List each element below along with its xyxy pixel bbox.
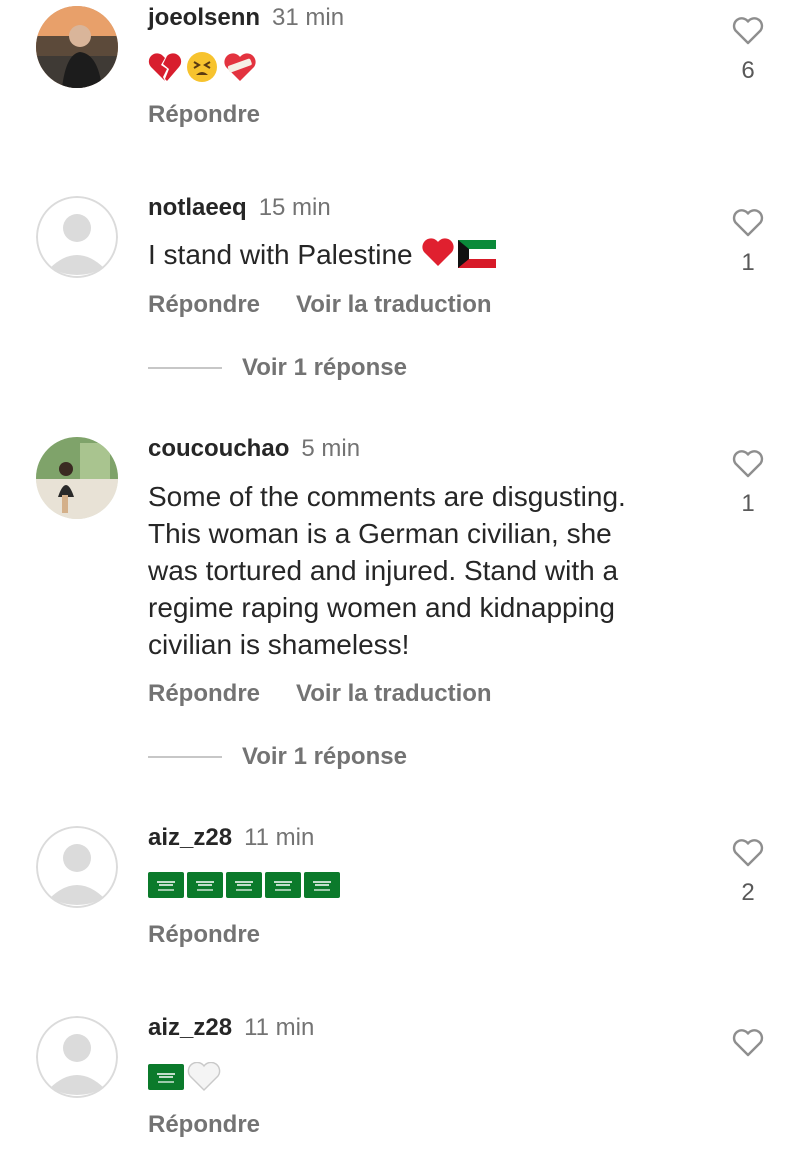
like-control: 1 [728, 449, 768, 519]
translate-button[interactable]: Voir la traduction [296, 290, 492, 320]
translate-button[interactable]: Voir la traduction [296, 679, 492, 709]
tired-face-emoji [187, 52, 217, 82]
saudi-flag-emoji [148, 872, 184, 898]
view-replies-button[interactable]: Voir 1 réponse [148, 354, 407, 382]
comment-header: joeolsenn 31 min [148, 2, 344, 34]
comment-time: 5 min [301, 435, 361, 462]
comment-header: aiz_z28 11 min [148, 1012, 314, 1044]
comment-time: 31 min [272, 4, 345, 31]
comment-actions: Répondre [148, 920, 260, 950]
heart-outline-icon[interactable] [731, 449, 765, 479]
kuwait-flag-emoji [457, 240, 496, 268]
comment-text: Some of the comments are disgusting. Thi… [148, 478, 708, 663]
saudi-flag-emoji [265, 872, 301, 898]
comment-emoji [148, 50, 258, 84]
comment-header: notlaeeq 15 min [148, 192, 331, 224]
comment-item: notlaeeq 15 min I stand with Palestine Ré… [0, 192, 802, 392]
avatar[interactable] [36, 6, 118, 88]
white-heart-emoji [187, 1062, 221, 1091]
like-control: 1 [728, 208, 768, 278]
comment-text-line: Some of the comments are disgusting. [148, 481, 626, 512]
heart-outline-icon[interactable] [731, 1028, 765, 1058]
view-replies-label: Voir 1 réponse [242, 743, 407, 770]
red-heart-emoji [421, 238, 454, 266]
saudi-flag-emoji [187, 872, 223, 898]
comment-actions: Répondre [148, 1110, 260, 1140]
mending-heart-emoji [224, 53, 256, 81]
comment-item: coucouchao 5 min Some of the comments are… [0, 433, 802, 783]
saudi-flag-emoji [226, 872, 262, 898]
comment-text-line: was tortured and injured. Stand with a [148, 555, 619, 586]
default-avatar-icon [36, 196, 118, 278]
like-count: 1 [741, 249, 755, 276]
user-photo [36, 6, 118, 88]
comment-item: aiz_z28 11 min Répondre 2 [0, 822, 802, 972]
username[interactable]: notlaeeq [148, 194, 247, 221]
reply-button[interactable]: Répondre [148, 679, 260, 709]
comment-text-line: civilian is shameless! [148, 629, 410, 660]
like-count: 6 [741, 57, 755, 84]
comment-item: joeolsenn 31 min Répondre 6 [0, 0, 802, 160]
comment-header: aiz_z28 11 min [148, 822, 314, 854]
comment-item: aiz_z28 11 min Répondre [0, 1012, 802, 1154]
reply-button[interactable]: Répondre [148, 1110, 260, 1140]
comment-text-line: regime raping women and kidnapping [148, 592, 615, 623]
default-avatar-icon [36, 1016, 118, 1098]
like-control [728, 1028, 768, 1058]
replies-divider [148, 756, 222, 758]
heart-outline-icon[interactable] [731, 208, 765, 238]
like-control: 2 [728, 838, 768, 908]
comment-text-line: This woman is a German civilian, she [148, 518, 612, 549]
reply-button[interactable]: Répondre [148, 920, 260, 950]
default-avatar-icon [36, 826, 118, 908]
broken-heart-emoji [148, 53, 182, 81]
view-replies-label: Voir 1 réponse [242, 354, 407, 381]
heart-outline-icon[interactable] [731, 16, 765, 46]
comment-actions: Répondre Voir la traduction [148, 679, 492, 709]
comment-time: 11 min [244, 824, 315, 851]
username[interactable]: coucouchao [148, 435, 289, 462]
comment-actions: Répondre Voir la traduction [148, 290, 492, 320]
comment-actions: Répondre [148, 100, 260, 130]
comment-emoji [148, 872, 340, 898]
username[interactable]: aiz_z28 [148, 824, 232, 851]
heart-outline-icon[interactable] [731, 838, 765, 868]
comment-time: 15 min [258, 194, 331, 221]
saudi-flag-emoji [148, 1064, 184, 1090]
like-count: 1 [741, 490, 755, 517]
reply-button[interactable]: Répondre [148, 290, 260, 320]
comment-text: I stand with Palestine [148, 236, 708, 273]
like-control: 6 [728, 16, 768, 86]
replies-divider [148, 367, 222, 369]
comment-header: coucouchao 5 min [148, 433, 360, 465]
avatar[interactable] [36, 1016, 118, 1098]
comment-text-content: I stand with Palestine [148, 239, 413, 270]
avatar[interactable] [36, 826, 118, 908]
comment-time: 11 min [244, 1014, 315, 1041]
avatar[interactable] [36, 437, 118, 519]
username[interactable]: aiz_z28 [148, 1014, 232, 1041]
saudi-flag-emoji [304, 872, 340, 898]
comment-emoji [148, 1062, 221, 1092]
like-count: 2 [741, 879, 755, 906]
avatar[interactable] [36, 196, 118, 278]
view-replies-button[interactable]: Voir 1 réponse [148, 743, 407, 771]
username[interactable]: joeolsenn [148, 4, 260, 31]
user-photo [36, 437, 118, 519]
reply-button[interactable]: Répondre [148, 100, 260, 130]
